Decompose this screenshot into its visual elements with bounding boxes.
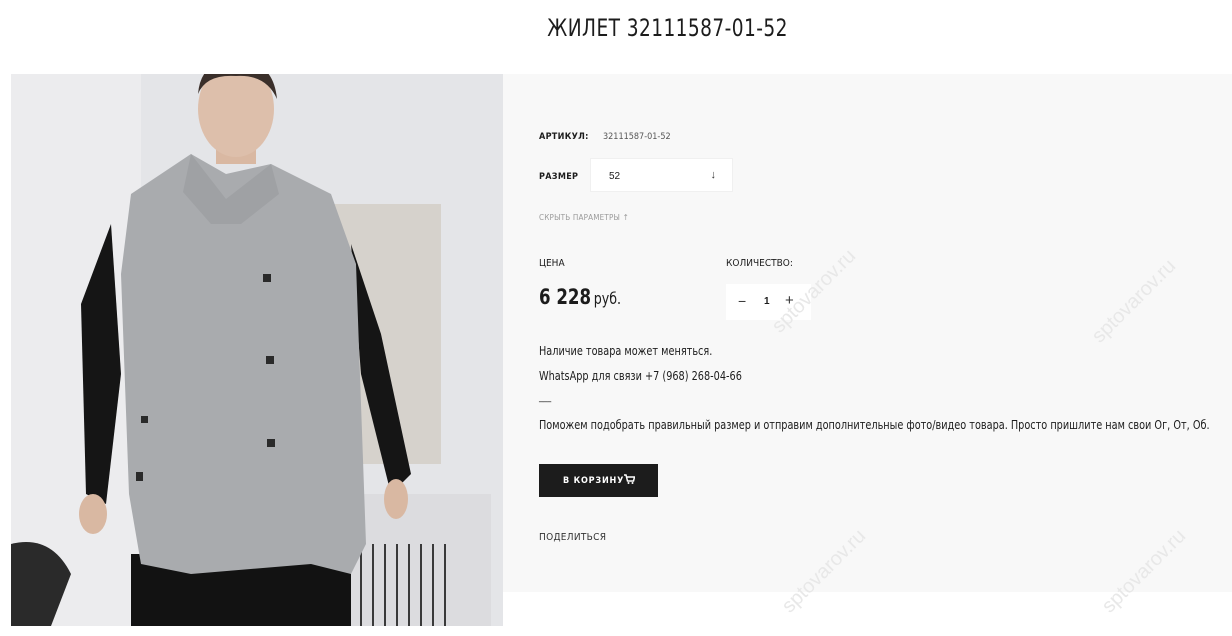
product-image xyxy=(11,74,503,626)
product-title: ЖИЛЕТ 32111587-01-52 xyxy=(547,14,788,42)
article-value: 32111587-01-52 xyxy=(603,132,671,142)
whatsapp-contact: WhatsApp для связи +7 (968) 268-04-66 xyxy=(539,369,742,383)
size-value: 52 xyxy=(609,171,621,182)
product-photo[interactable] xyxy=(11,74,503,626)
increase-quantity-button[interactable]: + xyxy=(785,292,794,309)
hide-params-link[interactable]: СКРЫТЬ ПАРАМЕТРЫ ↑ xyxy=(539,213,629,222)
cart-button-label: В КОРЗИНУ xyxy=(563,476,625,486)
quantity-value[interactable]: 1 xyxy=(764,296,770,307)
share-link[interactable]: ПОДЕЛИТЬСЯ xyxy=(539,532,606,543)
separator-text: ___ xyxy=(539,392,552,403)
article-label: АРТИКУЛ: xyxy=(539,132,589,142)
availability-text: Наличие товара может меняться. xyxy=(539,344,713,358)
quantity-label: КОЛИЧЕСТВО: xyxy=(726,258,793,269)
size-label: РАЗМЕР xyxy=(539,172,579,182)
arrow-down-icon: ↓ xyxy=(710,169,717,181)
size-select[interactable]: 52 ↓ xyxy=(590,158,733,192)
help-text: Поможем подобрать правильный размер и от… xyxy=(539,418,1210,432)
price-value: 6 228 xyxy=(539,285,592,309)
price-label: ЦЕНА xyxy=(539,258,565,269)
price-currency: руб. xyxy=(593,289,622,308)
quantity-stepper: − 1 + xyxy=(726,284,811,320)
add-to-cart-button[interactable]: В КОРЗИНУ xyxy=(539,464,658,497)
decrease-quantity-button[interactable]: − xyxy=(738,293,746,309)
price: 6 228 руб. xyxy=(539,285,621,309)
cart-icon xyxy=(624,474,636,487)
product-info-panel: АРТИКУЛ: 32111587-01-52 РАЗМЕР 52 ↓ СКРЫ… xyxy=(503,74,1232,592)
